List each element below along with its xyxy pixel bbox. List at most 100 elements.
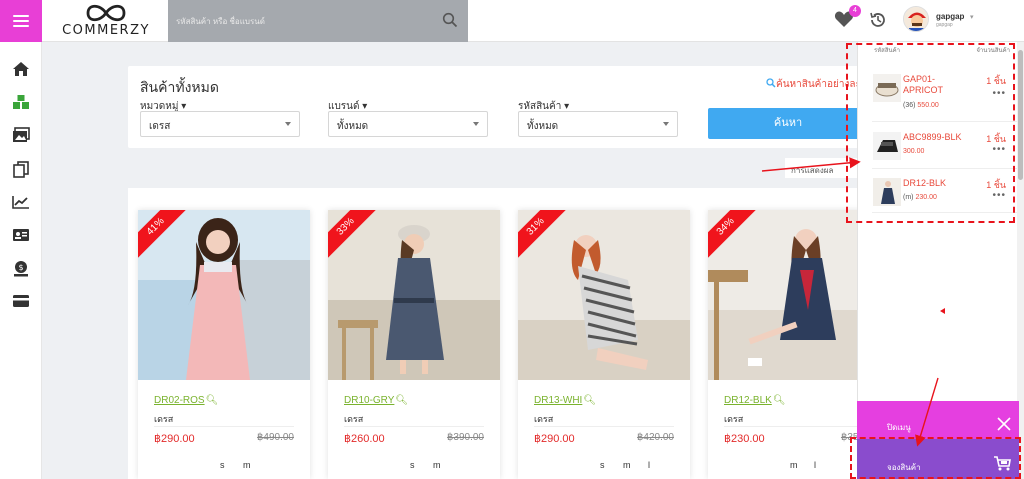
cart-item-image: [873, 74, 901, 102]
sidebar-item-finance[interactable]: $: [0, 253, 42, 283]
more-options-icon[interactable]: •••: [992, 190, 1006, 201]
product-photo: [138, 210, 310, 380]
size-option[interactable]: l: [814, 460, 816, 470]
scrollbar-thumb[interactable]: [1018, 50, 1023, 180]
divider: [872, 168, 1018, 169]
brand-select[interactable]: ทั้งหมด: [328, 111, 488, 137]
category-select[interactable]: เดรส: [140, 111, 300, 137]
close-icon: [997, 417, 1011, 431]
book-products-button[interactable]: จองสินค้า: [857, 439, 1019, 479]
divider: [724, 426, 864, 427]
product-code-link[interactable]: DR13-WHI🔍︎: [534, 395, 596, 406]
caret-down-icon: [473, 122, 479, 126]
size-option[interactable]: s: [410, 460, 415, 470]
username-sub: gapgap: [936, 22, 953, 28]
search-icon: 🔍︎: [395, 395, 409, 406]
product-card[interactable]: 34% DR12-BLK🔍︎ เดรส ฿230.00 ฿350 m l: [708, 210, 880, 479]
product-category: เดรส: [344, 414, 364, 424]
product-card[interactable]: 31% DR13-WHI🔍︎ เดรส ฿290.00 ฿420.00 s m …: [518, 210, 690, 479]
divider: [154, 426, 294, 427]
cart-col-qty: จำนวนสินค้า: [976, 48, 1010, 54]
search-button[interactable]: ค้นหา: [708, 108, 868, 139]
infinity-logo-icon: [86, 4, 126, 22]
chevron-down-icon[interactable]: ▾: [970, 13, 974, 21]
avatar[interactable]: [903, 6, 929, 32]
product-photo: [518, 210, 690, 380]
product-category: เดรส: [534, 414, 554, 424]
sidebar-item-payments[interactable]: [0, 286, 42, 316]
cart-icon: [994, 456, 1011, 471]
close-menu-button[interactable]: ปิดเมนู: [857, 401, 1019, 439]
boxes-icon: [13, 95, 29, 109]
cart-col-product: รหัสสินค้า: [874, 48, 900, 54]
size-option[interactable]: m: [243, 460, 251, 470]
cart-item[interactable]: DR12-BLK 1 ชิ้น (m) 230.00 •••: [858, 178, 1018, 222]
left-sidebar: $: [0, 42, 42, 479]
size-option[interactable]: l: [648, 460, 650, 470]
cart-item[interactable]: ABC9899-BLK 1 ชิ้น 300.00 •••: [858, 132, 1018, 176]
username: gapgap: [936, 12, 965, 21]
caret-left-icon: [940, 308, 945, 314]
product-code-link[interactable]: DR02-ROS🔍︎: [154, 395, 218, 406]
divider: [872, 121, 1018, 122]
search-icon: [766, 78, 776, 88]
product-card[interactable]: 41% DR02-ROS🔍︎ เดรส ฿290.00 ฿490.00 s m: [138, 210, 310, 479]
cart-item-image: [873, 132, 901, 160]
sort-dropdown[interactable]: การแสดงผล: [785, 158, 857, 178]
search-icon: 🔍︎: [205, 395, 219, 406]
product-image[interactable]: 41%: [138, 210, 310, 380]
product-price: ฿290.00: [154, 433, 195, 445]
wishlist-badge: 4: [849, 5, 861, 17]
more-options-icon[interactable]: •••: [992, 144, 1006, 155]
caret-down-icon: [285, 122, 291, 126]
product-price: ฿290.00: [534, 433, 575, 445]
size-option[interactable]: m: [433, 460, 441, 470]
product-price: ฿230.00: [724, 433, 765, 445]
top-bar: COMMERZY 4 gapgap gapgap ▾: [0, 0, 1024, 42]
logo[interactable]: COMMERZY: [56, 2, 156, 40]
caret-down-icon: [663, 122, 669, 126]
product-code-link[interactable]: DR10-GRY🔍︎: [344, 395, 408, 406]
product-image[interactable]: 33%: [328, 210, 500, 380]
divider: [872, 212, 1018, 213]
sidebar-item-documents[interactable]: [0, 154, 42, 184]
divider: [344, 426, 484, 427]
filter-panel: สินค้าทั้งหมด ค้นหาสินค้าอย่างละเอียด หม…: [128, 66, 883, 148]
search-input[interactable]: [176, 12, 436, 30]
product-card[interactable]: 33% DR10-GRY🔍︎ เดรส ฿260.00 ฿390.00 s m: [328, 210, 500, 479]
size-option[interactable]: m: [623, 460, 631, 470]
product-photo: [328, 210, 500, 380]
product-image[interactable]: 34%: [708, 210, 880, 380]
sidebar-item-gallery[interactable]: [0, 120, 42, 150]
size-option[interactable]: s: [600, 460, 605, 470]
hamburger-icon: [13, 12, 29, 30]
line-chart-icon: [12, 196, 29, 209]
logo-text: COMMERZY: [62, 23, 150, 38]
product-image[interactable]: 31%: [518, 210, 690, 380]
home-icon: [13, 62, 29, 76]
sidebar-item-reports[interactable]: [0, 187, 42, 217]
credit-card-icon: [13, 295, 29, 307]
more-options-icon[interactable]: •••: [992, 88, 1006, 99]
product-old-price: ฿420.00: [637, 432, 674, 443]
id-card-icon: [13, 229, 29, 241]
hamburger-menu-button[interactable]: [0, 0, 42, 42]
sidebar-item-contacts[interactable]: [0, 220, 42, 250]
product-category: เดรส: [724, 414, 744, 424]
images-icon: [13, 127, 30, 142]
product-code-link[interactable]: DR12-BLK🔍︎: [724, 395, 786, 406]
cart-item-code: GAP01-APRICOT: [903, 74, 944, 95]
product-old-price: ฿390.00: [447, 432, 484, 443]
search-icon: 🔍︎: [772, 395, 786, 406]
history-icon[interactable]: [868, 10, 888, 30]
code-select[interactable]: ทั้งหมด: [518, 111, 678, 137]
cart-item-image: [873, 178, 901, 206]
size-option[interactable]: s: [220, 460, 225, 470]
cart-item[interactable]: GAP01-APRICOT 1 ชิ้น (36) 550.00 •••: [858, 74, 1018, 118]
size-option[interactable]: m: [790, 460, 798, 470]
avatar-image: [904, 7, 928, 31]
search-icon[interactable]: [442, 12, 458, 28]
sidebar-item-home[interactable]: [0, 54, 42, 84]
product-photo: [708, 210, 880, 380]
sidebar-item-products[interactable]: [0, 87, 42, 117]
